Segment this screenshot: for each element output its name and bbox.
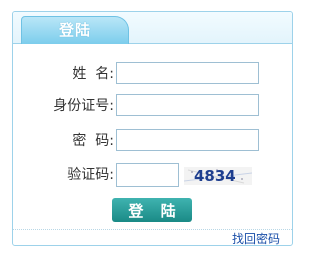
captcha-image[interactable]: 4834 [184,167,252,185]
password-input[interactable] [116,129,259,151]
login-button[interactable]: 登 陆 [112,198,192,222]
id-number-input[interactable] [116,94,259,116]
captcha-label: 验证码: [67,167,114,183]
username-label: 姓 名: [72,66,114,82]
captcha-input[interactable] [116,163,179,187]
captcha-text: 4834 [194,167,236,185]
login-panel: 登陆 姓 名: 身份证号: 密 码: 验证码: 4834 登 陆 找回密码 [12,11,293,246]
id-number-label: 身份证号: [53,98,114,114]
forgot-password-link[interactable]: 找回密码 [232,232,280,246]
username-row: 姓 名: [13,62,294,86]
password-label: 密 码: [72,133,114,149]
tab-strip: 登陆 [13,12,292,44]
username-input[interactable] [116,62,259,84]
divider [13,229,292,230]
password-row: 密 码: [13,129,294,153]
id-number-row: 身份证号: [13,94,294,118]
tab-login[interactable]: 登陆 [21,16,129,44]
captcha-row: 验证码: 4834 [13,163,294,187]
